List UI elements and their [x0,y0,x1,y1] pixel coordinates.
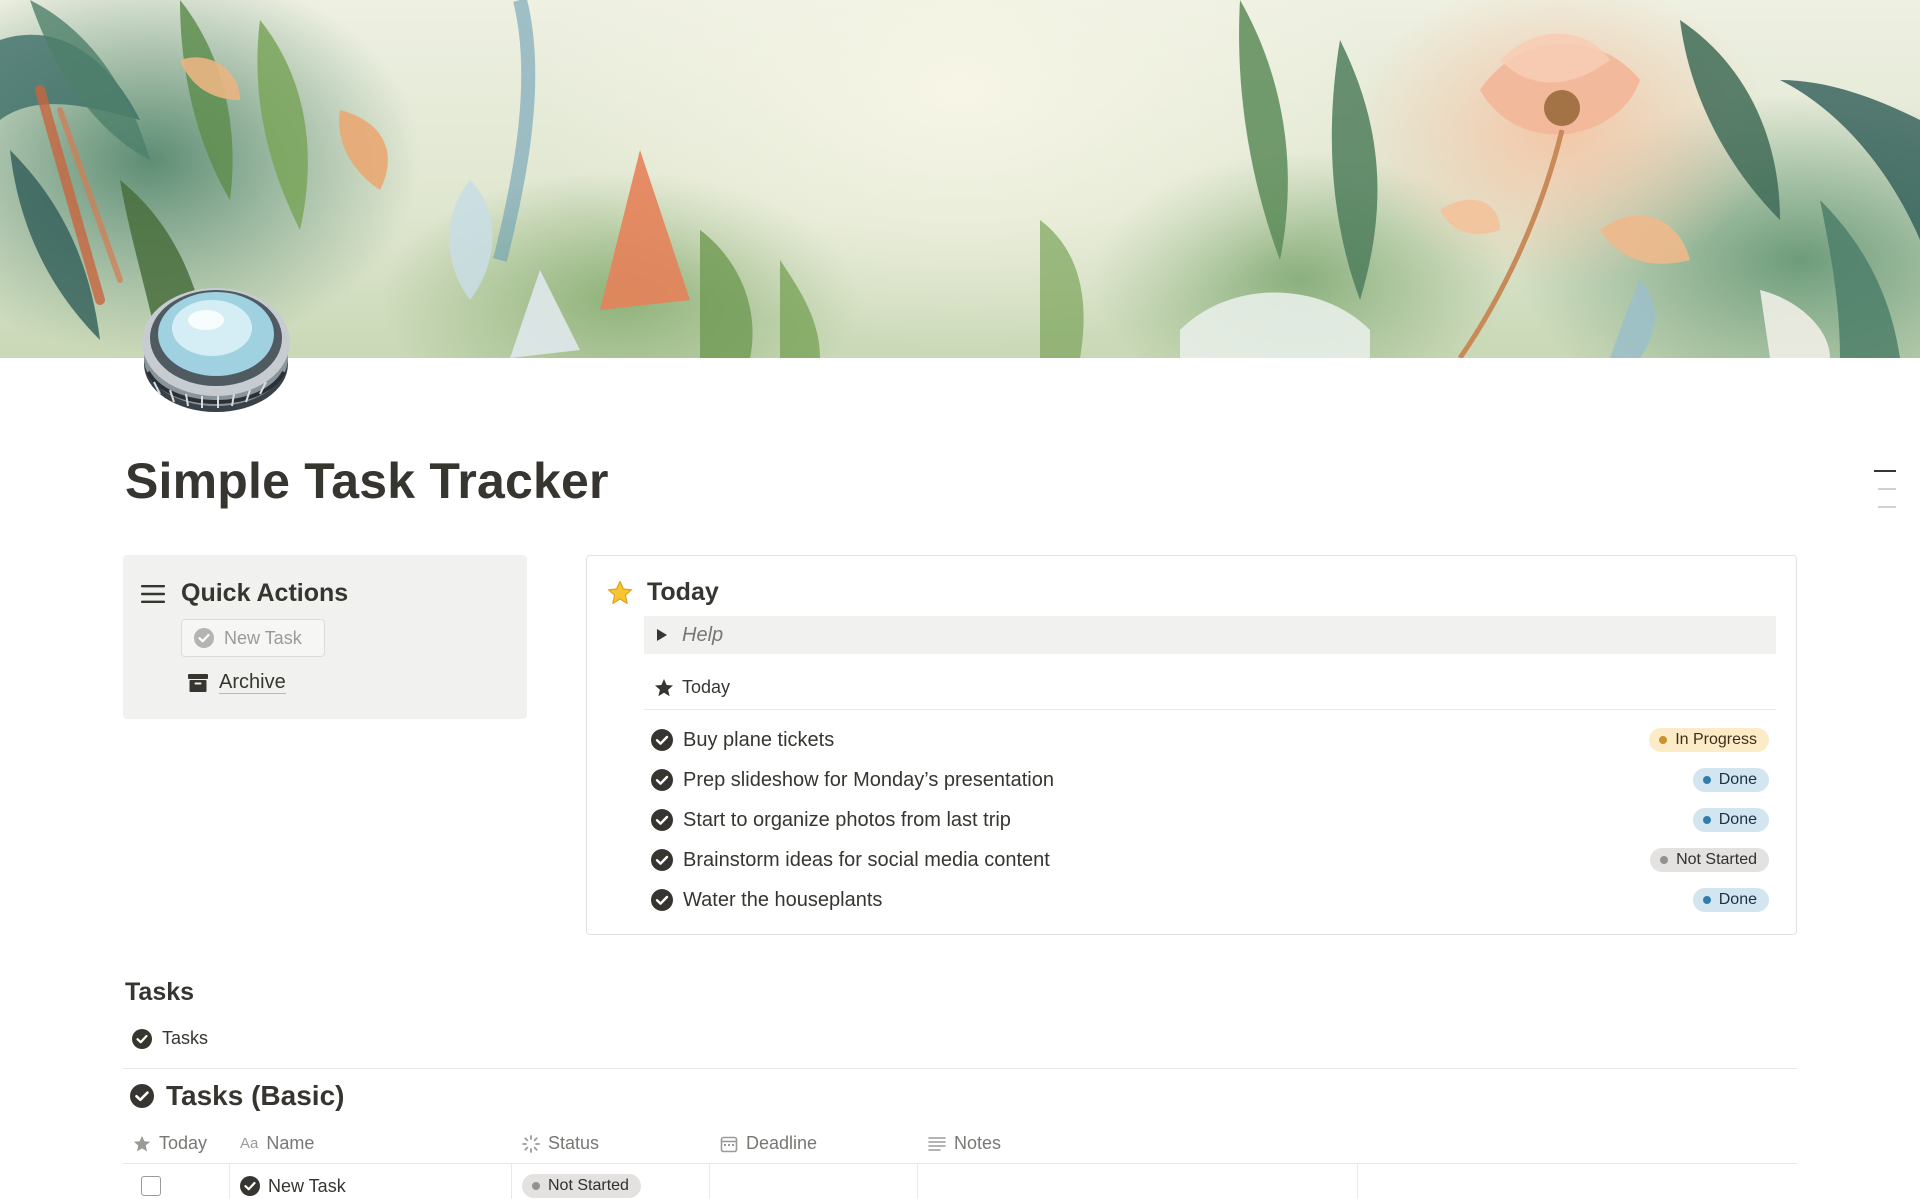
column-header-deadline[interactable]: Deadline [710,1124,918,1163]
tasks-table: Today Aa Name Status Deadline Notes New … [123,1124,1797,1199]
status-badge-label: Not Started [548,1177,629,1194]
check-circle-icon [240,1176,260,1196]
divider [123,1068,1797,1069]
today-callout: Today Help Today Buy plane tickets In Pr… [586,555,1797,935]
help-toggle-label: Help [682,623,724,646]
list-item[interactable]: Start to organize photos from last trip … [651,800,1769,840]
column-header-name[interactable]: Aa Name [230,1124,512,1163]
column-header-label: Name [266,1133,315,1153]
help-toggle[interactable]: Help [644,616,1776,654]
star-emoji-icon [607,580,633,606]
check-circle-icon [194,628,214,648]
column-header-label: Today [159,1133,208,1153]
check-circle-icon [651,849,673,871]
name-cell[interactable]: New Task [230,1164,512,1199]
table-of-contents-indicator[interactable] [1874,470,1896,524]
check-circle-icon [651,889,673,911]
task-name: Water the houseplants [683,888,883,911]
today-title: Today [647,578,719,606]
calendar-icon [720,1135,738,1153]
table-header: Today Aa Name Status Deadline Notes [123,1124,1797,1164]
database-title-label: Tasks (Basic) [166,1080,345,1111]
hamburger-menu-icon [141,584,165,604]
today-view-tab[interactable]: Today [644,666,1776,710]
archive-link[interactable]: Archive [187,671,286,694]
status-badge: Done [1692,888,1769,912]
column-header-label: Notes [954,1133,1002,1153]
page-title: Simple Task Tracker [125,453,609,509]
quick-actions-title: Quick Actions [181,579,349,607]
archive-link-label: Archive [219,671,286,694]
tasks-view-tab[interactable]: Tasks [132,1028,208,1049]
today-checkbox[interactable] [141,1176,161,1196]
tasks-section-title: Tasks [125,978,195,1006]
task-name: New Task [268,1175,346,1196]
status-badge: Done [1692,808,1769,832]
text-aa-icon: Aa [240,1135,259,1152]
database-title[interactable]: Tasks (Basic) [130,1080,344,1112]
status-badge-label: Done [1718,771,1757,788]
star-icon [654,678,674,698]
list-item[interactable]: Prep slideshow for Monday’s presentation… [651,760,1769,800]
status-badge: Not Started [522,1174,641,1198]
column-header-status[interactable]: Status [512,1124,710,1163]
tasks-view-tab-label: Tasks [162,1028,209,1048]
archive-box-icon [187,672,209,694]
check-circle-icon [130,1084,154,1108]
deadline-cell[interactable] [710,1164,918,1199]
task-name: Prep slideshow for Monday’s presentation [683,768,1054,791]
status-badge-label: Done [1718,891,1757,908]
check-circle-icon [132,1028,152,1049]
status-badge: In Progress [1649,728,1769,752]
new-task-button-label: New Task [224,627,302,648]
new-task-button[interactable]: New Task [181,619,325,657]
today-cell [123,1164,230,1199]
check-circle-icon [651,769,673,791]
quick-actions-header: Quick Actions [141,579,348,608]
list-item[interactable]: Brainstorm ideas for social media conten… [651,840,1769,880]
today-task-list: Buy plane tickets In Progress Prep slide… [651,720,1769,920]
list-item[interactable]: Buy plane tickets In Progress [651,720,1769,760]
task-name: Buy plane tickets [683,728,835,751]
status-badge: Not Started [1650,848,1769,872]
loading-spinner-icon [522,1134,540,1153]
text-lines-icon [928,1136,946,1152]
status-cell[interactable]: Not Started [512,1164,710,1199]
quick-actions-callout: Quick Actions New Task Archive [123,555,527,719]
check-circle-icon [651,729,673,751]
column-header-notes[interactable]: Notes [918,1124,1358,1163]
status-badge-label: In Progress [1675,731,1757,748]
check-circle-icon [651,809,673,831]
task-name: Brainstorm ideas for social media conten… [683,848,1050,871]
today-header: Today [607,578,719,607]
status-badge-label: Not Started [1676,851,1757,868]
list-item[interactable]: Water the houseplants Done [651,880,1769,920]
task-name: Start to organize photos from last trip [683,808,1011,831]
star-icon [133,1135,151,1153]
status-badge-label: Done [1718,811,1757,828]
table-row[interactable]: New Task Not Started [123,1164,1797,1199]
column-header-label: Status [548,1133,600,1153]
column-header-today[interactable]: Today [123,1124,230,1163]
triangle-right-icon [656,628,668,642]
page-icon-lens[interactable] [140,272,292,420]
column-header-label: Deadline [746,1133,818,1153]
notes-cell[interactable] [918,1164,1358,1199]
today-view-tab-label: Today [682,677,731,697]
status-badge: Done [1692,768,1769,792]
